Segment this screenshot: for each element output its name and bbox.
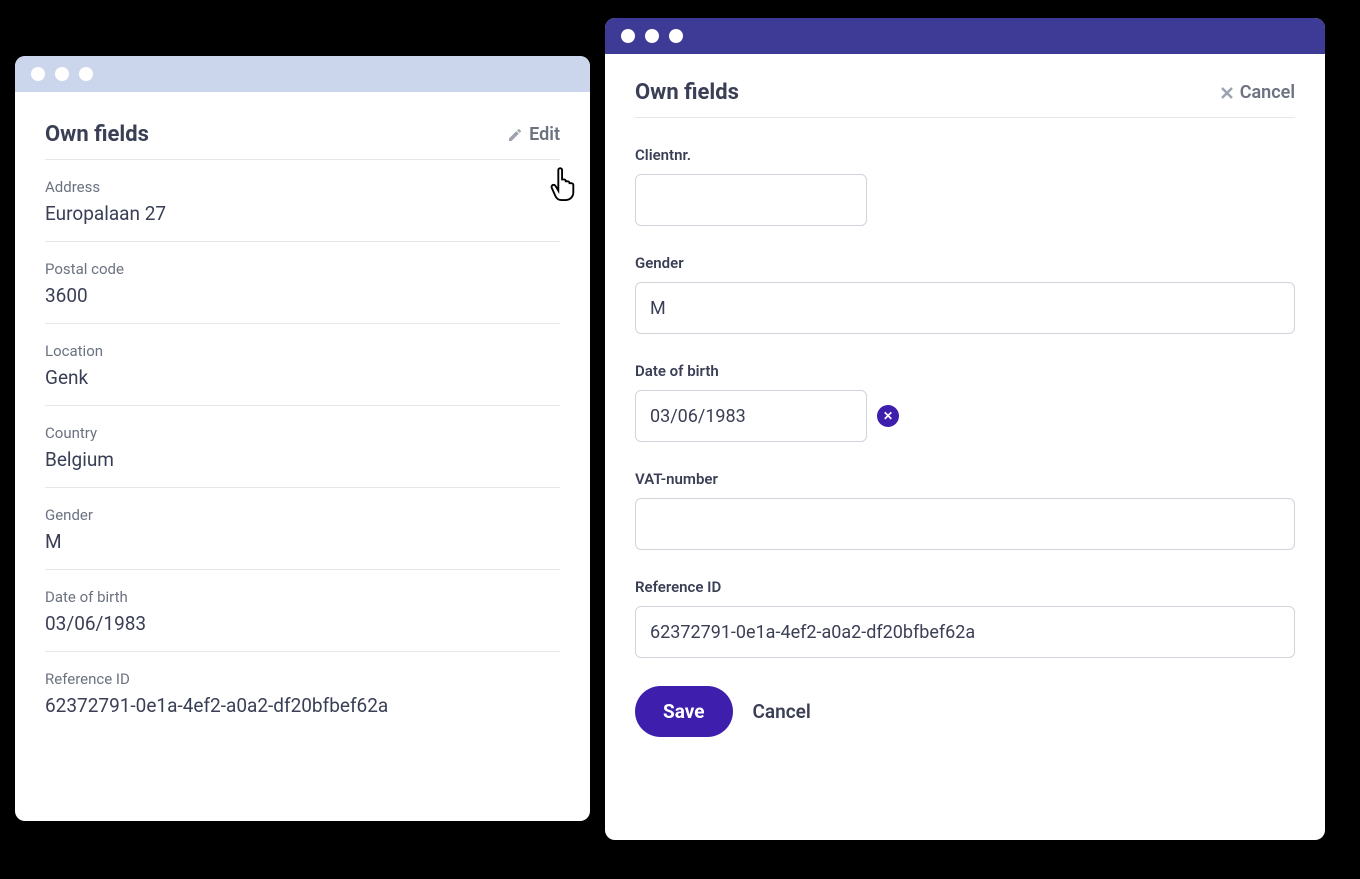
form-group-reference-id: Reference ID: [635, 578, 1295, 658]
field-value: Belgium: [45, 448, 560, 471]
field-label: Reference ID: [45, 670, 560, 688]
window-dot: [55, 67, 69, 81]
field-value: Genk: [45, 366, 560, 389]
form-group-vat-number: VAT-number: [635, 470, 1295, 550]
window-dot: [79, 67, 93, 81]
field-label: Country: [45, 424, 560, 442]
field-location: Location Genk: [45, 324, 560, 406]
window-titlebar: [605, 18, 1325, 54]
save-button[interactable]: Save: [635, 686, 733, 737]
window-titlebar: [15, 56, 590, 92]
section-title: Own fields: [45, 122, 149, 147]
gender-input[interactable]: [635, 282, 1295, 334]
reference-id-input[interactable]: [635, 606, 1295, 658]
field-label: Location: [45, 342, 560, 360]
form-group-date-of-birth: Date of birth ✕: [635, 362, 1295, 442]
field-value: 3600: [45, 284, 560, 307]
clear-date-button[interactable]: ✕: [877, 405, 899, 427]
cancel-button[interactable]: Cancel: [753, 700, 811, 723]
window-dot: [31, 67, 45, 81]
form-group-gender: Gender: [635, 254, 1295, 334]
form-label: VAT-number: [635, 470, 1295, 488]
form-label: Clientnr.: [635, 146, 1295, 164]
field-value: 03/06/1983: [45, 612, 560, 635]
form-label: Date of birth: [635, 362, 1295, 380]
field-label: Postal code: [45, 260, 560, 278]
date-of-birth-input[interactable]: [635, 390, 867, 442]
window-dot: [621, 29, 635, 43]
field-postal-code: Postal code 3600: [45, 242, 560, 324]
view-header: Own fields Edit: [45, 122, 560, 160]
edit-label: Edit: [529, 124, 560, 145]
edit-window: Own fields Cancel Clientnr. Gender Date …: [605, 18, 1325, 840]
close-icon: ✕: [883, 410, 893, 422]
cancel-label: Cancel: [1240, 82, 1295, 103]
window-dot: [645, 29, 659, 43]
clientnr-input[interactable]: [635, 174, 867, 226]
field-country: Country Belgium: [45, 406, 560, 488]
field-value: 62372791-0e1a-4ef2-a0a2-df20bfbef62a: [45, 694, 560, 717]
date-row: ✕: [635, 390, 1295, 442]
field-label: Date of birth: [45, 588, 560, 606]
edit-content: Own fields Cancel Clientnr. Gender Date …: [605, 54, 1325, 767]
field-value: M: [45, 530, 560, 553]
button-row: Save Cancel: [635, 686, 1295, 737]
field-reference-id: Reference ID 62372791-0e1a-4ef2-a0a2-df2…: [45, 652, 560, 733]
vat-number-input[interactable]: [635, 498, 1295, 550]
form-label: Reference ID: [635, 578, 1295, 596]
view-content: Own fields Edit Address Europalaan 27 Po…: [15, 92, 590, 763]
edit-header: Own fields Cancel: [635, 80, 1295, 118]
field-gender: Gender M: [45, 488, 560, 570]
field-label: Address: [45, 178, 560, 196]
edit-button[interactable]: Edit: [507, 124, 560, 145]
window-dot: [669, 29, 683, 43]
form-group-clientnr: Clientnr.: [635, 146, 1295, 226]
field-address: Address Europalaan 27: [45, 160, 560, 242]
section-title: Own fields: [635, 80, 739, 105]
close-icon: [1220, 86, 1234, 100]
field-date-of-birth: Date of birth 03/06/1983: [45, 570, 560, 652]
field-value: Europalaan 27: [45, 202, 560, 225]
form-label: Gender: [635, 254, 1295, 272]
view-window: Own fields Edit Address Europalaan 27 Po…: [15, 56, 590, 821]
cancel-top-button[interactable]: Cancel: [1220, 82, 1295, 103]
field-label: Gender: [45, 506, 560, 524]
pencil-icon: [507, 127, 523, 143]
